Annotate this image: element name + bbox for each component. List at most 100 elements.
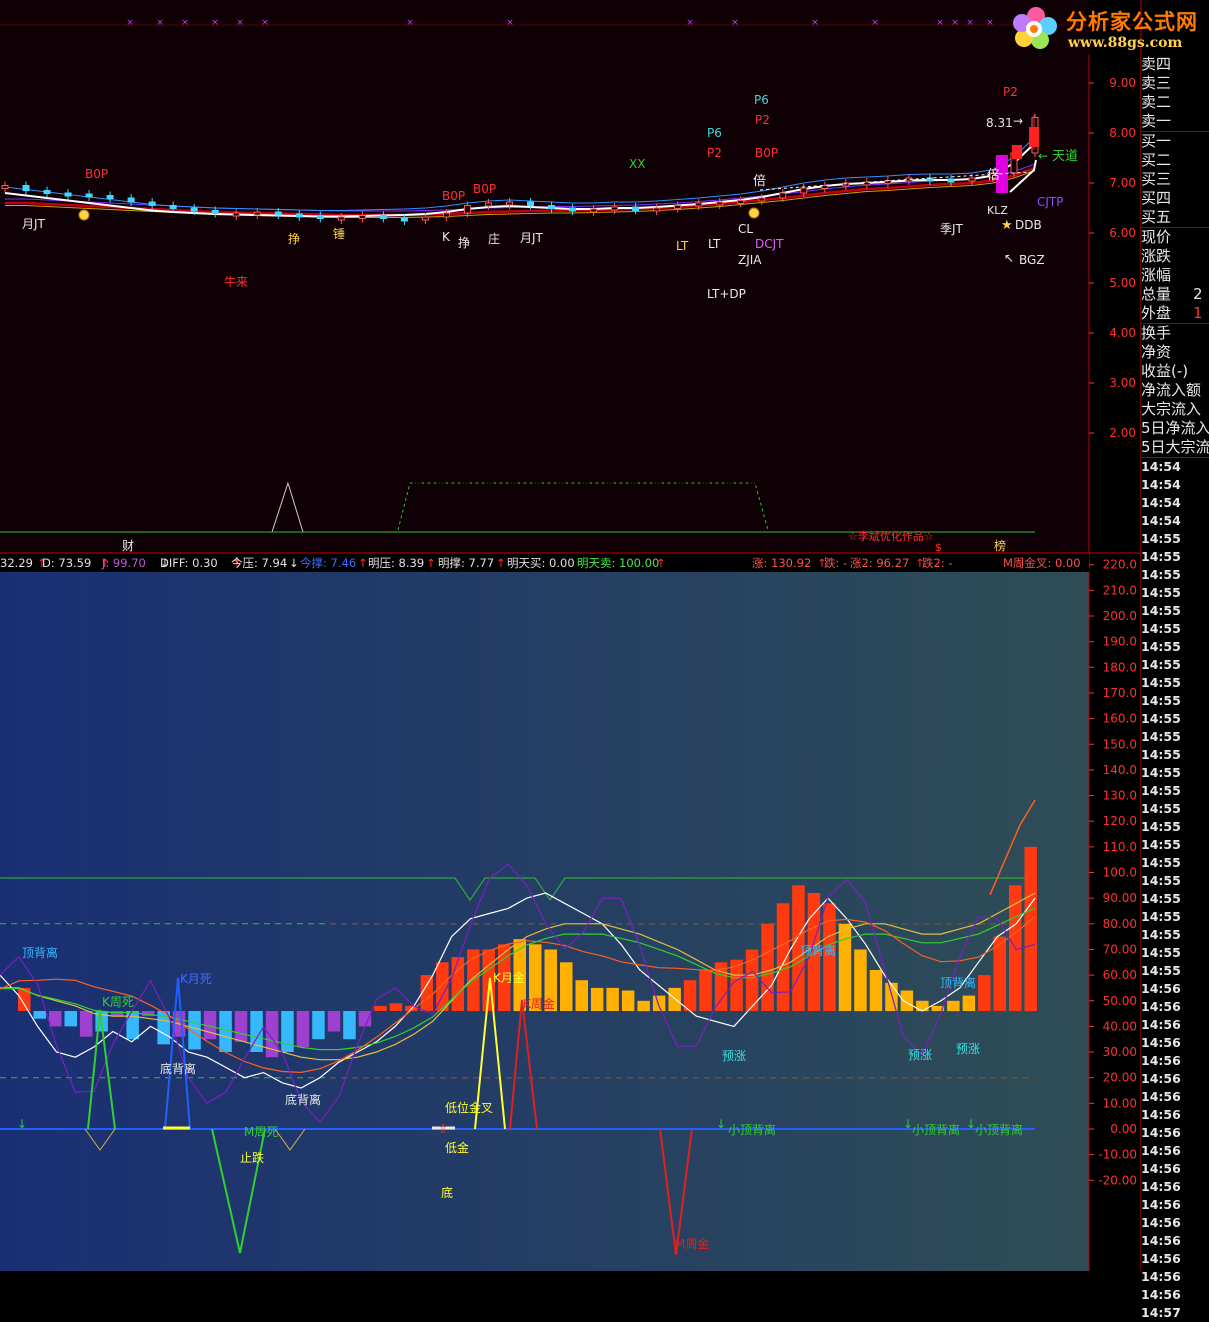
indicator-item: 明压: 8.39 <box>368 556 424 570</box>
upper-label-b0p_1: B0P <box>85 167 108 181</box>
upper-label-lt_2: LT <box>708 237 721 251</box>
lower-axis-tick: 100.0 <box>1103 866 1137 880</box>
upper-label-zheng_2: 挣 <box>458 236 470 250</box>
tick-time: 14:55 <box>1141 639 1181 654</box>
tick-time: 14:56 <box>1141 1251 1181 1266</box>
signal-x-mark: × <box>126 18 134 28</box>
upper-label-jijt: 季JT <box>940 222 964 236</box>
indicator-item: DIFF: 0.30 <box>160 556 218 570</box>
upper-label-k: K <box>442 230 451 244</box>
arrow-mark: → <box>1013 114 1023 128</box>
candle-body <box>295 213 303 218</box>
quote-row-label: 大宗流入 <box>1141 400 1202 418</box>
histogram-bar <box>668 987 681 1011</box>
tick-time: 14:56 <box>1141 1107 1181 1122</box>
quote-row-label: 卖三 <box>1141 74 1172 92</box>
upper-label-lt_1: LT <box>676 239 689 253</box>
indicator-arrow: ↓ <box>289 556 299 570</box>
candle-body <box>232 212 240 217</box>
signal-x-mark: × <box>951 18 959 28</box>
indicator-arrow: ↑ <box>358 556 368 570</box>
up-arrow-icon: ⇧ <box>438 1122 448 1136</box>
candle-body <box>316 215 324 219</box>
tick-time: 14:56 <box>1141 1233 1181 1248</box>
candle-body <box>127 197 135 203</box>
lower-axis-tick: 140.0 <box>1103 763 1137 777</box>
indicator-item: 今压: 7.94 <box>231 556 287 570</box>
quote-row-label: 涨跌 <box>1141 247 1172 265</box>
upper-label-bei_2: 倍 <box>987 168 1000 183</box>
candle-body <box>674 205 682 209</box>
tick-time: 14:55 <box>1141 747 1181 762</box>
tick-time: 14:54 <box>1141 477 1181 492</box>
tick-time: 14:56 <box>1141 1179 1181 1194</box>
lower-label-xiaodingbeili_2: 小顶背离 <box>912 1122 960 1137</box>
quote-row-label: 卖一 <box>1141 112 1172 130</box>
upper-label-b0p_3: B0P <box>473 182 496 196</box>
histogram-bar <box>838 923 852 1011</box>
histogram-bar <box>64 1011 77 1027</box>
candle-body <box>716 201 724 206</box>
histogram-bar <box>978 975 991 1011</box>
lower-axis-tick: 170.0 <box>1103 686 1137 700</box>
lower-label-yuzhang_1: 预涨 <box>722 1048 746 1063</box>
tick-time: 14:55 <box>1141 783 1181 798</box>
quote-row-label: 净流入额 <box>1141 381 1202 399</box>
candle-body <box>337 216 345 221</box>
arrow-mark: ↖ <box>1004 251 1014 265</box>
upper-label-chui: 锤 <box>333 226 345 241</box>
tick-time: 14:56 <box>1141 999 1181 1014</box>
lower-label-mzhoujin: M周金 <box>675 1236 709 1251</box>
upper-label-credit: ☆李斌优化作品☆ <box>848 529 934 543</box>
signal-x-mark: × <box>966 18 974 28</box>
tick-time: 14:57 <box>1141 1305 1181 1320</box>
upper-axis-tick: 6.00 <box>1109 226 1136 240</box>
candle-body <box>968 177 976 182</box>
candle-body <box>442 212 450 218</box>
signal-x-mark: × <box>261 18 269 28</box>
down-arrow-icon: ↓ <box>716 1117 726 1131</box>
quote-panel: 卖四 卖三 卖二 卖一 买一 买二 买三 买四 买五 现价 涨跌 涨幅 总量 2 外盘 1 换手 净资 收益(-… <box>1141 55 1209 1320</box>
lower-axis-tick: 160.0 <box>1103 712 1137 726</box>
histogram-bar <box>900 990 914 1011</box>
quote-flow-rows: 换手 净资 收益(-) 净流入额 大宗流入 5日净流入 5日大宗流 <box>1141 323 1209 457</box>
indicator-item: 涨2: 96.27 <box>850 556 909 570</box>
upper-label-price_high: 8.31 <box>986 116 1013 130</box>
lower-axis-tick: 0.00 <box>1110 1122 1137 1136</box>
upper-axis-tick: 8.00 <box>1109 126 1136 140</box>
lower-label-yuzhang_2: 预涨 <box>908 1047 932 1062</box>
quote-row-label: 总量 2 <box>1141 285 1203 303</box>
lower-axis-tick: 90.00 <box>1103 891 1137 905</box>
tick-time: 14:56 <box>1141 1125 1181 1140</box>
upper-label-tiandao: 天道 <box>1052 149 1078 164</box>
lower-label-dijin: 低金 <box>445 1140 469 1155</box>
tick-time: 14:55 <box>1141 585 1181 600</box>
lower-axis-tick: 110.0 <box>1103 840 1137 854</box>
tick-time: 14:54 <box>1141 513 1181 528</box>
quote-row-label: 买一 <box>1141 131 1209 151</box>
candle-body <box>569 207 577 212</box>
tick-time: 14:55 <box>1141 819 1181 834</box>
down-arrow-icon: ↓ <box>17 1117 27 1131</box>
candle-body <box>779 192 787 199</box>
signal-x-mark: × <box>181 18 189 28</box>
histogram-bar <box>621 990 635 1011</box>
candle-body <box>590 208 598 213</box>
upper-label-yuejt_1: 月JT <box>22 217 46 231</box>
tick-time: 14:54 <box>1141 495 1181 510</box>
indicator-item: 32.29 <box>0 556 33 570</box>
lower-axis-tick: 210.0 <box>1103 583 1137 597</box>
candle-body <box>548 205 556 209</box>
indicator-item: 明天买: 0.00 <box>507 556 575 570</box>
site-logo[interactable]: 分析家公式网 www.88gs.com <box>1008 2 1208 54</box>
histogram-bar <box>312 1011 325 1040</box>
tick-time: 14:56 <box>1141 1197 1181 1212</box>
upper-axis-tick: 2.00 <box>1109 426 1136 440</box>
histogram-bar <box>343 1011 356 1040</box>
quote-row-label: 现价 <box>1141 228 1172 246</box>
histogram-bar <box>575 980 588 1011</box>
candle-body-red <box>1012 145 1022 159</box>
histogram-bar <box>49 1011 62 1027</box>
quote-row-label: 卖四 <box>1141 55 1172 73</box>
tick-time: 14:55 <box>1141 657 1181 672</box>
